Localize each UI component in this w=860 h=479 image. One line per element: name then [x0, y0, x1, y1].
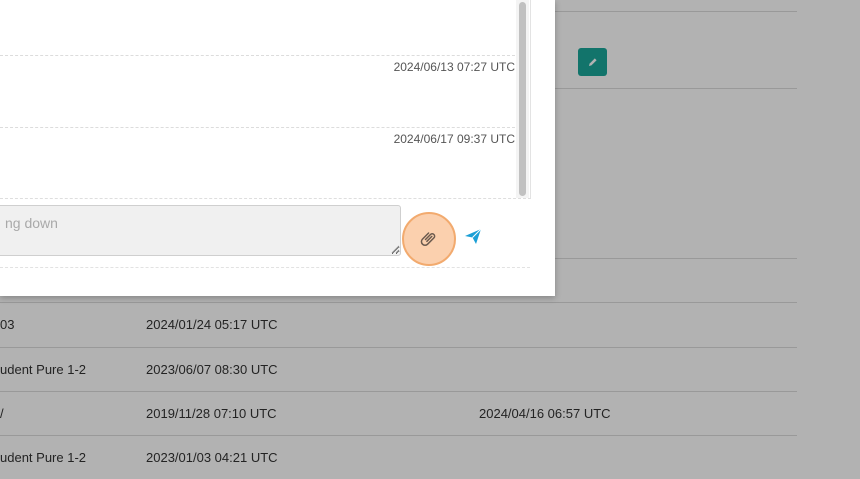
- scrollbar-thumb[interactable]: [519, 2, 526, 196]
- message-item: [0, 0, 515, 56]
- message-input[interactable]: [0, 205, 401, 256]
- resize-handle-icon[interactable]: [391, 245, 400, 254]
- paperclip-icon: [420, 232, 436, 246]
- attach-button[interactable]: [402, 212, 456, 266]
- message-timestamp: 2024/06/13 07:27 UTC: [393, 60, 515, 74]
- composer-divider: [0, 267, 530, 268]
- send-button[interactable]: [463, 226, 483, 246]
- message-item: 2024/06/13 07:27 UTC: [0, 55, 515, 128]
- messages-modal: 2024/06/13 07:27 UTC 2024/06/17 09:37 UT…: [0, 0, 555, 296]
- message-item: 2024/06/17 09:37 UTC: [0, 127, 515, 198]
- paper-plane-icon: [465, 228, 482, 244]
- message-list[interactable]: 2024/06/13 07:27 UTC 2024/06/17 09:37 UT…: [0, 0, 531, 199]
- message-timestamp: 2024/06/17 09:37 UTC: [393, 132, 515, 146]
